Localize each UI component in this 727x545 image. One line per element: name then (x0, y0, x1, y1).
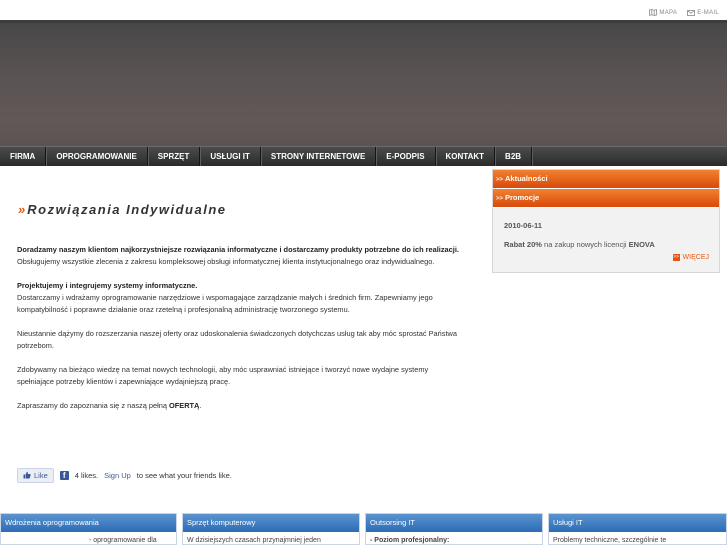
nav-item-e-podpis[interactable]: E-PODPIS (376, 147, 436, 166)
like-button-label: Like (34, 470, 48, 480)
map-link[interactable]: MAPA (649, 9, 677, 16)
service-tiles: Wdrożenia oprogramowania - oprogramowani… (0, 513, 727, 545)
nav-item-sprzet[interactable]: SPRZĘT (148, 147, 201, 166)
nav-item-b2b[interactable]: B2B (495, 147, 533, 166)
tile-title: Wdrożenia oprogramowania (1, 514, 176, 532)
chevron-right-icon: >> (496, 177, 504, 183)
facebook-like-bar: Like f 4 likes. Sign Up to see what your… (17, 467, 232, 483)
facebook-icon: f (59, 470, 69, 480)
paragraph-5-end: . (199, 401, 202, 410)
tile-text: W dzisiejszych czasach przynajmniej jede… (187, 537, 321, 544)
tile-text: - Poziom profesjonalny: (370, 537, 450, 544)
like-text: to see what your friends like. (136, 470, 232, 480)
paragraph-4: Zdobywamy na bieżąco wiedzę na temat now… (17, 365, 429, 386)
news-body: na zakup nowych licencji (541, 240, 629, 249)
paragraph-3: Nieustannie dążymy do rozszerzania nasze… (17, 329, 457, 350)
page-title-text: Rozwiązania Indywidualne (27, 202, 227, 217)
map-icon (649, 9, 658, 16)
paragraph-1: Doradzamy naszym klientom najkorzystniej… (17, 244, 462, 268)
top-bar: MAPA E-MAIL (0, 0, 727, 20)
more-link[interactable]: >> WIĘCEJ (672, 254, 709, 261)
arrow-icon: >> (672, 254, 680, 261)
tile-outsorsing[interactable]: Outsorsing IT - Poziom profesjonalny: (365, 513, 543, 545)
news-sidebar: >> Aktualności >> Promocje 2010-06-11 Raba… (492, 169, 720, 273)
news-product: ENOVA (628, 240, 655, 249)
tile-text: - oprogramowanie dla (89, 537, 157, 544)
page-title: » Rozwiązania Indywidualne (18, 202, 226, 217)
promotions-tab[interactable]: >> Promocje (493, 189, 719, 208)
like-button[interactable]: Like (17, 467, 54, 483)
promotions-tab-label: Promocje (505, 193, 540, 202)
email-link[interactable]: E-MAIL (687, 9, 719, 16)
tile-wdrozenia[interactable]: Wdrożenia oprogramowania - oprogramowani… (0, 513, 177, 545)
more-label: WIĘCEJ (682, 254, 709, 261)
tile-sprzet[interactable]: Sprzęt komputerowy W dzisiejszych czasac… (182, 513, 360, 545)
paragraph-2-bold: Projektujemy i integrujemy systemy infor… (17, 281, 198, 290)
like-count: 4 likes. (74, 470, 99, 480)
paragraph-5: Zapraszamy do zapoznania się z naszą peł… (17, 400, 462, 412)
tile-title: Outsorsing IT (366, 514, 542, 532)
title-arrow: » (18, 202, 25, 217)
news-date: 2010-06-11 (504, 221, 542, 230)
tile-text: Problemy techniczne, szczególnie te (553, 537, 667, 544)
main-content: Doradzamy naszym klientom najkorzystniej… (17, 244, 462, 424)
chevron-right-icon: >> (496, 196, 504, 202)
nav-item-firma[interactable]: FIRMA (0, 147, 47, 166)
nav-item-strony-internetowe[interactable]: STRONY INTERNETOWE (261, 147, 377, 166)
top-links: MAPA E-MAIL (649, 9, 719, 16)
email-link-label: E-MAIL (697, 9, 719, 16)
news-tab[interactable]: >> Aktualności (493, 170, 719, 189)
thumbs-up-icon (23, 471, 31, 479)
news-tab-label: Aktualności (505, 174, 548, 183)
tile-uslugi-it[interactable]: Usługi IT Problemy techniczne, szczególn… (548, 513, 727, 545)
paragraph-1-text: Obsługujemy wszystkie zlecenia z zakresu… (17, 257, 435, 266)
map-link-label: MAPA (659, 9, 678, 16)
nav-item-uslugi-it[interactable]: USŁUGI IT (200, 147, 261, 166)
paragraph-5-text: Zapraszamy do zapoznania się z naszą peł… (17, 401, 170, 410)
sign-up-link[interactable]: Sign Up (104, 471, 131, 480)
nav-item-kontakt[interactable]: KONTAKT (436, 147, 496, 166)
paragraph-1-bold: Doradzamy naszym klientom najkorzystniej… (17, 245, 459, 254)
news-text: Rabat 20% na zakup nowych licencji ENOVA (504, 240, 655, 249)
header-banner (0, 20, 727, 146)
tile-title: Sprzęt komputerowy (183, 514, 359, 532)
paragraph-2-text: Dostarczamy i wdrażamy oprogramowanie na… (17, 293, 433, 314)
offer-link[interactable]: OFERTĄ (169, 401, 199, 410)
envelope-icon (687, 9, 696, 16)
main-nav: FIRMA OPROGRAMOWANIE SPRZĘT USŁUGI IT ST… (0, 146, 727, 166)
nav-item-oprogramowanie[interactable]: OPROGRAMOWANIE (46, 147, 148, 166)
news-bold: Rabat 20% (504, 240, 542, 249)
tile-title: Usługi IT (549, 514, 726, 532)
paragraph-2: Projektujemy i integrujemy systemy infor… (17, 280, 462, 316)
